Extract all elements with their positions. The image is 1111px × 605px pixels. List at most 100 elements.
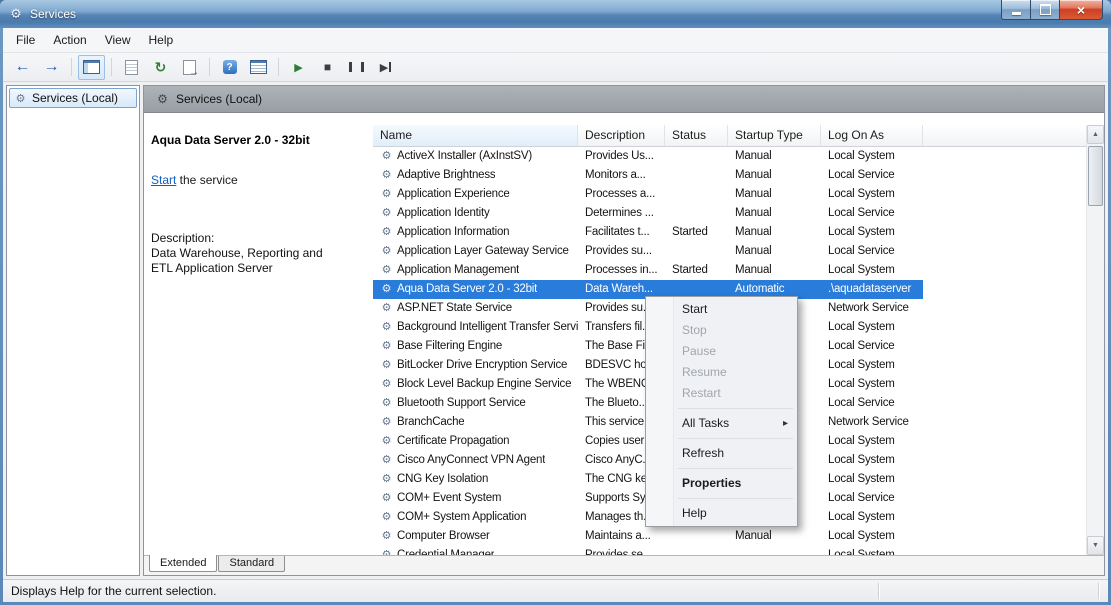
service-name-cell: ⚙ Certificate Propagation [373, 432, 578, 451]
minimize-button[interactable] [1001, 0, 1030, 20]
column-header-status[interactable]: Status [665, 125, 728, 146]
help-button[interactable] [216, 55, 243, 80]
service-row[interactable]: ⚙ Application Management Processes in... … [373, 261, 1086, 280]
service-name: Background Intelligent Transfer Service [397, 321, 578, 333]
service-status [665, 204, 728, 223]
tab-extended[interactable]: Extended [149, 555, 218, 572]
service-name-cell: ⚙ COM+ Event System [373, 489, 578, 508]
service-row[interactable]: ⚙ ActiveX Installer (AxInstSV) Provides U… [373, 147, 1086, 166]
service-name-cell: ⚙ Application Experience [373, 185, 578, 204]
vertical-scrollbar[interactable]: ▲ ▼ [1086, 125, 1104, 555]
show-console-tree-button[interactable] [78, 54, 105, 80]
titlebar[interactable]: ⚙ Services × [0, 0, 1111, 28]
service-name: Application Management [397, 264, 520, 276]
tree-item-services-local[interactable]: ⚙ Services (Local) [9, 88, 137, 108]
services-icon: ⚙ [157, 92, 168, 106]
column-header-startup-type[interactable]: Startup Type [728, 125, 821, 146]
menubar: File Action View Help [3, 28, 1108, 53]
service-gear-icon: ⚙ [381, 169, 392, 181]
show-console-tree-icon [83, 60, 100, 74]
status-bar: Displays Help for the current selection. [3, 579, 1108, 602]
column-header-name[interactable]: Name [373, 125, 578, 146]
view-list-button[interactable] [245, 55, 272, 80]
start-service-link[interactable]: Start [151, 173, 176, 187]
service-name: COM+ Event System [397, 492, 502, 504]
service-row[interactable]: ⚙ Adaptive Brightness Monitors a... Manua… [373, 166, 1086, 185]
service-gear-icon: ⚙ [381, 378, 392, 390]
menubar-item[interactable]: View [96, 30, 140, 50]
maximize-button[interactable] [1030, 0, 1060, 20]
export-list-button[interactable] [176, 55, 203, 80]
close-icon: × [1076, 1, 1086, 18]
refresh-icon [155, 59, 167, 76]
service-gear-icon: ⚙ [381, 416, 392, 428]
forward-icon [44, 58, 60, 76]
service-action-line: Start the service [151, 173, 363, 187]
stop-service-icon [324, 60, 331, 74]
service-gear-icon: ⚙ [381, 321, 392, 333]
menubar-item[interactable]: Help [140, 30, 183, 50]
scroll-down-button[interactable]: ▼ [1087, 536, 1104, 555]
scroll-up-icon: ▲ [1092, 131, 1099, 138]
column-header-filler [923, 125, 1086, 146]
service-name-cell: ⚙ Application Management [373, 261, 578, 280]
stop-service-button[interactable] [314, 55, 341, 80]
service-gear-icon: ⚙ [381, 302, 392, 314]
start-service-button[interactable] [285, 55, 312, 80]
menu-item-start[interactable]: Start [648, 299, 795, 320]
menu-item-properties[interactable]: Properties [648, 473, 795, 494]
close-button[interactable]: × [1060, 0, 1103, 20]
scrollbar-thumb[interactable] [1088, 146, 1103, 206]
service-log-on-as: Local Service [828, 169, 895, 181]
service-description: Processes in... [585, 264, 658, 276]
service-row[interactable]: ⚙ Application Information Facilitates t..… [373, 223, 1086, 242]
scroll-up-button[interactable]: ▲ [1087, 125, 1104, 144]
service-log-on-as: Network Service [828, 416, 909, 428]
back-button[interactable] [9, 55, 36, 80]
properties-button[interactable] [118, 55, 145, 80]
main-area: ⚙ Services (Local) ⚙ Services (Local) Aq… [3, 82, 1108, 579]
menu-item-help[interactable]: Help [648, 503, 795, 524]
menu-item-refresh[interactable]: Refresh [648, 443, 795, 464]
service-startup-type: Manual [735, 530, 772, 542]
service-name-cell: ⚙ BranchCache [373, 413, 578, 432]
service-name-cell: ⚙ Application Information [373, 223, 578, 242]
service-row[interactable]: ⚙ Credential Manager Provides se... Local… [373, 546, 1086, 555]
service-name-cell: ⚙ Cisco AnyConnect VPN Agent [373, 451, 578, 470]
view-tabs-bar: Extended Standard [144, 555, 1104, 575]
service-row[interactable]: ⚙ Application Experience Processes a... M… [373, 185, 1086, 204]
service-gear-icon: ⚙ [381, 511, 392, 523]
service-name: Application Layer Gateway Service [397, 245, 569, 257]
service-name-cell: ⚙ Application Layer Gateway Service [373, 242, 578, 261]
service-startup-type: Manual [735, 150, 772, 162]
forward-button[interactable] [38, 55, 65, 80]
service-row[interactable]: ⚙ Application Identity Determines ... Man… [373, 204, 1086, 223]
pause-service-button[interactable] [343, 55, 370, 80]
service-row[interactable]: ⚙ Computer Browser Maintains a... Manual … [373, 527, 1086, 546]
scrollbar-track[interactable] [1087, 144, 1104, 536]
service-startup-type: Manual [735, 245, 772, 257]
service-status [665, 242, 728, 261]
column-header-description[interactable]: Description [578, 125, 665, 146]
service-gear-icon: ⚙ [381, 397, 392, 409]
service-name-cell: ⚙ COM+ System Application [373, 508, 578, 527]
scroll-down-icon: ▼ [1092, 542, 1099, 549]
menubar-item[interactable]: Action [44, 30, 95, 50]
toolbar-separator [209, 58, 210, 76]
service-log-on-as: Local System [828, 378, 895, 390]
restart-service-button[interactable] [372, 55, 399, 80]
service-startup-type: Manual [735, 207, 772, 219]
service-row[interactable]: ⚙ Application Layer Gateway Service Provi… [373, 242, 1086, 261]
service-gear-icon: ⚙ [381, 340, 392, 352]
menubar-item[interactable]: File [7, 30, 44, 50]
pause-service-icon [349, 62, 364, 72]
refresh-button[interactable] [147, 55, 174, 80]
tab-standard[interactable]: Standard [218, 556, 286, 572]
column-header-log-on-as[interactable]: Log On As [821, 125, 923, 146]
toolbar-separator [278, 58, 279, 76]
service-status [665, 546, 728, 555]
restart-service-icon [380, 61, 391, 74]
menu-item-all-tasks[interactable]: All Tasks ▸ [648, 413, 795, 434]
service-log-on-as: Local Service [828, 207, 895, 219]
toolbar [3, 53, 1108, 82]
